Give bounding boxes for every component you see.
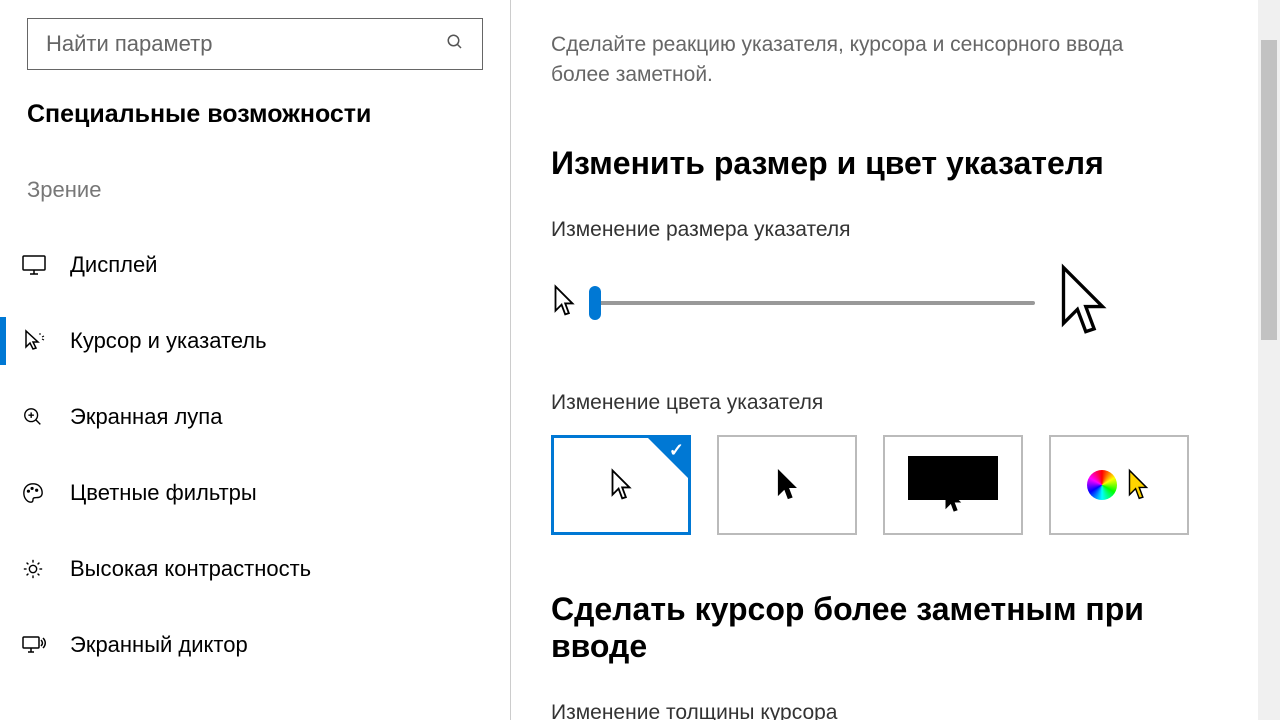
sidebar-item-cursor[interactable]: Курсор и указатель — [0, 303, 510, 379]
sidebar-item-colorfilters[interactable]: Цветные фильтры — [0, 455, 510, 531]
pointer-color-white[interactable] — [551, 435, 691, 535]
section-pointer-title: Изменить размер и цвет указателя — [551, 145, 1240, 182]
pointer-color-inverted[interactable] — [883, 435, 1023, 535]
display-icon — [22, 255, 70, 275]
sidebar-item-label: Дисплей — [70, 252, 157, 278]
pointer-color-label: Изменение цвета указателя — [551, 391, 1240, 415]
sidebar: Специальные возможности Зрение Дисплей К… — [0, 0, 511, 720]
page-intro: Сделайте реакцию указателя, курсора и се… — [551, 30, 1161, 91]
search-icon — [446, 33, 464, 56]
pointer-color-custom[interactable] — [1049, 435, 1189, 535]
sidebar-item-highcontrast[interactable]: Высокая контрастность — [0, 531, 510, 607]
sidebar-item-narrator[interactable]: Экранный диктор — [0, 607, 510, 683]
category-title: Специальные возможности — [0, 100, 510, 177]
slider-thumb[interactable] — [589, 286, 601, 320]
cursor-small-icon — [551, 284, 577, 323]
cursor-large-icon — [1053, 262, 1113, 345]
magnifier-icon — [22, 406, 70, 428]
pointer-size-label: Изменение размера указателя — [551, 218, 1240, 242]
selected-checkmark-icon — [648, 438, 688, 478]
pointer-color-black[interactable] — [717, 435, 857, 535]
pointer-color-options — [551, 435, 1240, 535]
sidebar-item-display[interactable]: Дисплей — [0, 227, 510, 303]
scrollbar-thumb[interactable] — [1261, 40, 1277, 340]
cursor-thickness-label: Изменение толщины курсора — [551, 701, 1240, 720]
sidebar-item-label: Высокая контрастность — [70, 556, 311, 582]
sidebar-item-label: Экранный диктор — [70, 632, 248, 658]
pointer-size-control — [551, 262, 1240, 345]
group-label-vision: Зрение — [0, 177, 510, 227]
sidebar-item-label: Курсор и указатель — [70, 328, 267, 354]
scrollbar[interactable] — [1258, 0, 1280, 720]
brightness-icon — [22, 558, 70, 580]
pointer-size-slider[interactable] — [595, 301, 1035, 305]
sidebar-item-label: Цветные фильтры — [70, 480, 257, 506]
narrator-icon — [22, 634, 70, 656]
main-content: Сделайте реакцию указателя, курсора и се… — [511, 0, 1280, 720]
color-wheel-icon — [1087, 470, 1117, 500]
sidebar-item-label: Экранная лупа — [70, 404, 222, 430]
palette-icon — [22, 482, 70, 504]
sidebar-item-magnifier[interactable]: Экранная лупа — [0, 379, 510, 455]
search-input[interactable] — [46, 31, 446, 57]
search-box[interactable] — [27, 18, 483, 70]
section-cursor-title: Сделать курсор более заметным при вводе — [551, 591, 1240, 665]
cursor-pointer-icon — [22, 329, 70, 353]
